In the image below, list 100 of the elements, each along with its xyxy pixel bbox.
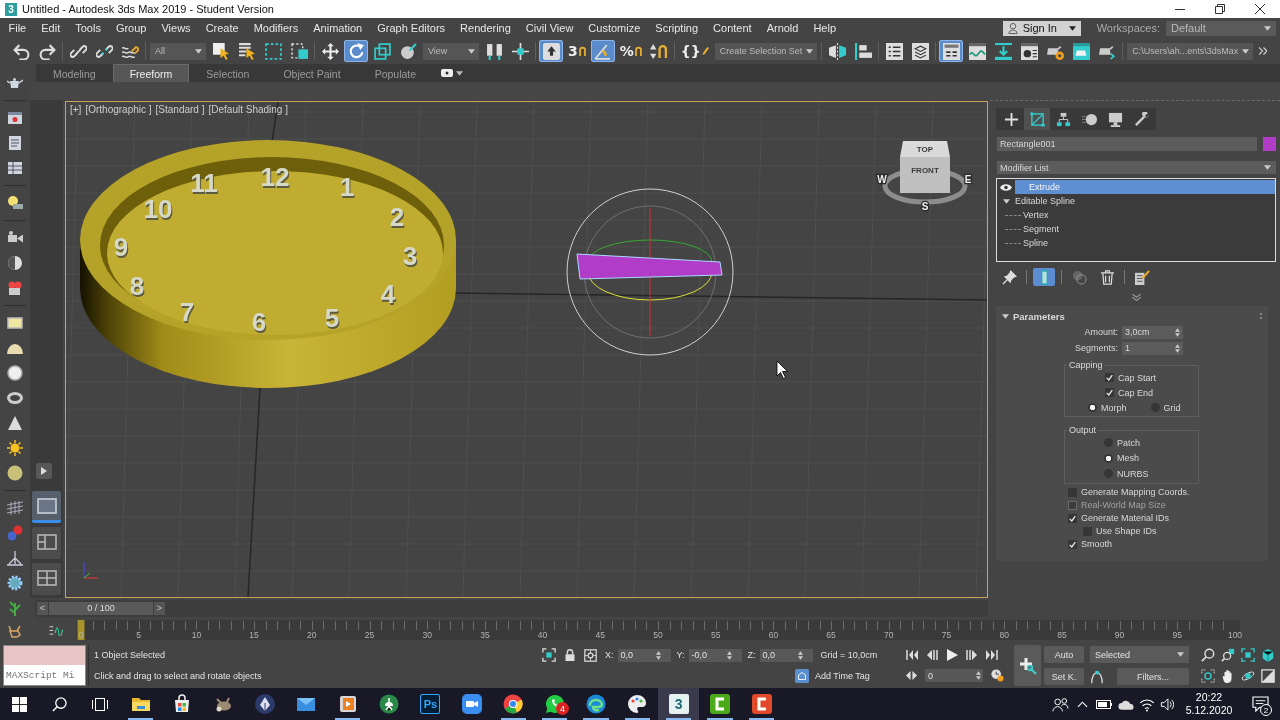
menu-item[interactable]: Rendering	[452, 19, 519, 37]
project-folder-dropdown[interactable]: C:\Users\ah...ents\3dsMax	[1127, 42, 1254, 60]
caret-down-icon[interactable]	[1002, 198, 1010, 204]
menu-item[interactable]: Arnold	[759, 19, 806, 37]
edit-selection-set-button[interactable]: {}	[677, 40, 712, 62]
sub-object-item[interactable]: Spline	[1021, 236, 1275, 250]
play-icon[interactable]	[946, 649, 958, 661]
rotate-gizmo[interactable]	[566, 188, 734, 356]
menu-item[interactable]: Group	[108, 19, 154, 37]
wifi-icon[interactable]	[1139, 696, 1155, 712]
menu-item[interactable]: Modifiers	[246, 19, 306, 37]
taskbar-button[interactable]: 3	[658, 688, 700, 720]
filters-button[interactable]: Filters...	[1117, 668, 1189, 685]
sub-object-item[interactable]: Segment	[1021, 222, 1275, 236]
cube-icon[interactable]	[1261, 648, 1275, 663]
radio-button[interactable]	[1088, 403, 1097, 412]
menu-item[interactable]: Help	[805, 19, 844, 37]
dashed-frame-icon[interactable]	[1201, 668, 1215, 683]
tripod-icon[interactable]	[7, 550, 23, 566]
left-right-arrows-icon[interactable]	[906, 670, 917, 681]
rectangle-icon[interactable]	[7, 315, 23, 331]
half-shaded-sphere-icon[interactable]	[7, 255, 23, 271]
set-key-mode-button[interactable]: Set K.	[1044, 668, 1084, 685]
current-frame-marker[interactable]	[77, 620, 85, 640]
caret-down-icon[interactable]	[1002, 313, 1009, 319]
time-slider-thumb[interactable]: 0 / 100	[49, 601, 153, 615]
split-square-icon[interactable]	[1261, 668, 1275, 683]
listener-output-field[interactable]: MAXScript Mi	[4, 665, 85, 685]
speaker-icon[interactable]	[1160, 696, 1174, 712]
sub-object-item[interactable]: Vertex	[1021, 208, 1275, 222]
percent-snap-button[interactable]: %	[616, 40, 645, 62]
menu-item[interactable]: Views	[153, 19, 199, 37]
frame-field[interactable]: 0	[925, 669, 983, 682]
radio-button[interactable]	[1104, 453, 1113, 463]
spinner-field[interactable]: 1	[1122, 341, 1183, 355]
lightbulb-icon[interactable]	[7, 195, 23, 211]
key-filter-dropdown[interactable]: Selected	[1090, 646, 1189, 663]
shortcut-override-button[interactable]	[539, 40, 563, 62]
skip-end-icon[interactable]	[986, 649, 998, 661]
notifications-button[interactable]: 2	[1240, 688, 1280, 720]
viewport-layout-tab[interactable]	[32, 527, 61, 559]
ribbon-tab[interactable]: Populate	[357, 64, 434, 82]
magnifier-icon[interactable]	[1201, 648, 1215, 663]
viewport-label[interactable]: [Orthographic ]	[85, 104, 152, 115]
auto-key-button[interactable]: Auto	[1044, 646, 1084, 663]
color-swatch-icon[interactable]	[1263, 137, 1276, 151]
selection-filter-dropdown[interactable]: All	[150, 42, 206, 60]
orbit-icon[interactable]	[1241, 668, 1255, 683]
menu-item[interactable]: Edit	[33, 19, 68, 37]
viewport-label[interactable]: [Standard ]	[155, 104, 205, 115]
object-name-field[interactable]: Rectangle001	[997, 137, 1257, 151]
next-frame-icon[interactable]	[966, 649, 978, 661]
viewport-label[interactable]: [Default Shading ]	[208, 104, 288, 115]
selection-set-dropdown[interactable]: Create Selection Set	[714, 42, 818, 60]
menu-item[interactable]: Tools	[67, 19, 109, 37]
skip-start-icon[interactable]	[906, 649, 918, 661]
bracketed-square-icon[interactable]	[542, 648, 556, 663]
workspaces-dropdown[interactable]: Default	[1166, 20, 1276, 36]
expand-button[interactable]	[36, 463, 52, 479]
curve-tangent-icon[interactable]	[1090, 669, 1104, 684]
menu-item[interactable]: Scripting	[647, 19, 706, 37]
viewport-label[interactable]: [+]	[70, 104, 82, 115]
angle-snap-button[interactable]	[590, 40, 615, 62]
ribbon-tab[interactable]: Selection	[189, 64, 267, 82]
modifier-item[interactable]: Editable Spline	[1015, 194, 1275, 208]
document-list-icon[interactable]	[7, 135, 23, 151]
listener-input-field[interactable]	[4, 646, 85, 665]
sphere-icon[interactable]	[7, 465, 23, 481]
teapot-icon[interactable]	[7, 75, 23, 91]
ribbon-tab[interactable]: Object Paint	[266, 64, 358, 82]
chevron-up-icon[interactable]	[1077, 700, 1088, 708]
film-camera-icon[interactable]	[7, 280, 23, 296]
target-square-icon[interactable]	[584, 648, 597, 662]
magnifier-cube-icon[interactable]	[1221, 648, 1235, 663]
menu-item[interactable]: Graph Editors	[369, 19, 453, 37]
clock-model[interactable]	[80, 140, 456, 388]
coordinate-field[interactable]: 0,0	[617, 648, 671, 662]
snap-toggle-button[interactable]: 3	[565, 40, 589, 62]
menu-item[interactable]: Animation	[305, 19, 370, 37]
command-panel-tab[interactable]	[1024, 108, 1050, 130]
sign-in-button[interactable]: Sign In	[1002, 20, 1081, 36]
viewport-layout-tab[interactable]	[32, 491, 61, 523]
framed-cube-icon[interactable]	[1241, 648, 1255, 663]
coordinate-system-dropdown[interactable]: View	[423, 42, 479, 60]
cloud-icon[interactable]	[1118, 698, 1134, 710]
eye-icon[interactable]	[1000, 182, 1012, 192]
ribbon-toggle-button[interactable]	[939, 40, 964, 62]
menu-item[interactable]: Create	[198, 19, 247, 37]
menu-item[interactable]: Customize	[580, 19, 648, 37]
show-end-result-button[interactable]	[1033, 268, 1055, 286]
curve-lines-icon[interactable]	[48, 624, 63, 636]
ribbon-tab[interactable]: Freeform	[112, 64, 190, 82]
set-key-button[interactable]	[1014, 645, 1041, 686]
next-frame-button[interactable]: >	[154, 601, 165, 615]
viewport-layout-tab[interactable]	[32, 563, 61, 595]
lock-icon[interactable]	[564, 648, 576, 663]
sun-icon[interactable]	[7, 440, 23, 456]
spinner-field[interactable]: 3,0cm	[1122, 325, 1183, 339]
add-time-tag-button[interactable]: Add Time Tag	[795, 668, 870, 683]
previous-frame-button[interactable]: <	[37, 601, 48, 615]
